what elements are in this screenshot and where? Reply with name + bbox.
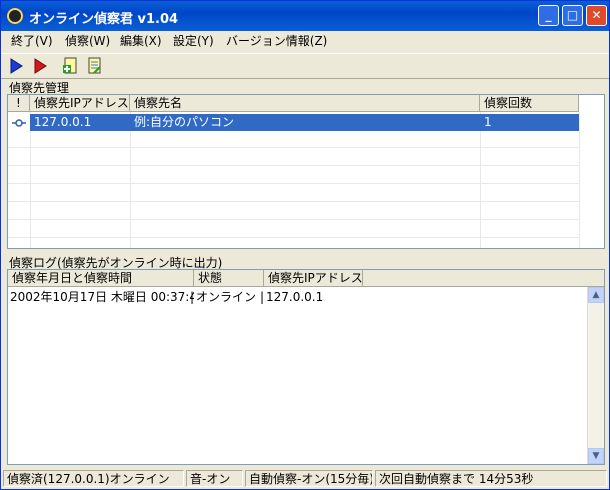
close-button[interactable]: ✕ [586,5,607,26]
scroll-down-arrow-icon[interactable]: ▼ [588,448,604,464]
log-header-filler [363,270,604,287]
log-entry[interactable]: 2002年10月17日 木曜日 00:37:40 | オンライン | 127.0… [8,289,583,306]
table-row[interactable]: 127.0.0.1 例:自分のパソコン 1 [8,114,579,131]
column-header-count[interactable]: 偵察回数 [480,95,579,112]
menu-settings[interactable]: 設定(Y) [169,32,218,49]
app-window: オンライン偵察君 v1.04 _ □ ✕ 終了(V) 偵察(W) 編集(X) 設… [0,0,610,490]
column-header-ip[interactable]: 偵察先IPアドレス [30,95,130,112]
status-next-scout: 次回自動偵察まで 14分53秒 [375,470,607,487]
add-document-icon[interactable] [62,57,80,75]
status-auto-scout: 自動偵察-オン(15分毎) [245,470,373,487]
minimize-button[interactable]: _ [538,5,559,26]
log-list[interactable]: 偵察年月日と偵察時間 状態 偵察先IPアドレス 2002年10月17日 木曜日 … [7,269,605,465]
column-header-name[interactable]: 偵察先名 [130,95,480,112]
connection-icon [8,114,30,131]
log-header-datetime[interactable]: 偵察年月日と偵察時間 [8,270,194,287]
title-bar[interactable]: オンライン偵察君 v1.04 _ □ ✕ [1,1,609,31]
log-datetime: 2002年10月17日 木曜日 00:37:40 [10,290,194,304]
log-scrollbar[interactable]: ▲ ▼ [587,287,604,464]
targets-list[interactable]: ! 偵察先IPアドレス 偵察先名 偵察回数 127.0.0.1 例:自分のパソコ… [7,94,605,249]
status-bar: 偵察済(127.0.0.1)オンライン 音-オン 自動偵察-オン(15分毎) 次… [1,468,609,489]
window-title: オンライン偵察君 v1.04 [29,12,179,27]
menu-exit[interactable]: 終了(V) [7,32,57,49]
menu-bar: 終了(V) 偵察(W) 編集(X) 設定(Y) バージョン情報(Z) [1,31,609,49]
status-last-result: 偵察済(127.0.0.1)オンライン [3,470,184,487]
menu-scout[interactable]: 偵察(W) [61,32,114,49]
target-count-cell: 1 [480,114,579,131]
maximize-button[interactable]: □ [562,5,583,26]
spy-icon [7,8,23,24]
toolbar [1,53,609,79]
target-name-cell: 例:自分のパソコン [130,114,480,131]
target-ip-cell: 127.0.0.1 [30,114,130,131]
column-header-flag[interactable]: ! [8,95,30,112]
log-ip: 127.0.0.1 [266,290,324,304]
log-header-status[interactable]: 状態 [194,270,264,287]
edit-document-icon[interactable] [86,57,104,75]
menu-version-info[interactable]: バージョン情報(Z) [222,32,331,49]
scroll-up-arrow-icon[interactable]: ▲ [588,287,604,303]
play-red-icon[interactable] [31,57,49,75]
status-sound: 音-オン [186,470,243,487]
menu-edit[interactable]: 編集(X) [116,32,166,49]
log-status: オンライン [196,290,257,304]
log-header-ip[interactable]: 偵察先IPアドレス [264,270,363,287]
play-blue-icon[interactable] [7,57,25,75]
